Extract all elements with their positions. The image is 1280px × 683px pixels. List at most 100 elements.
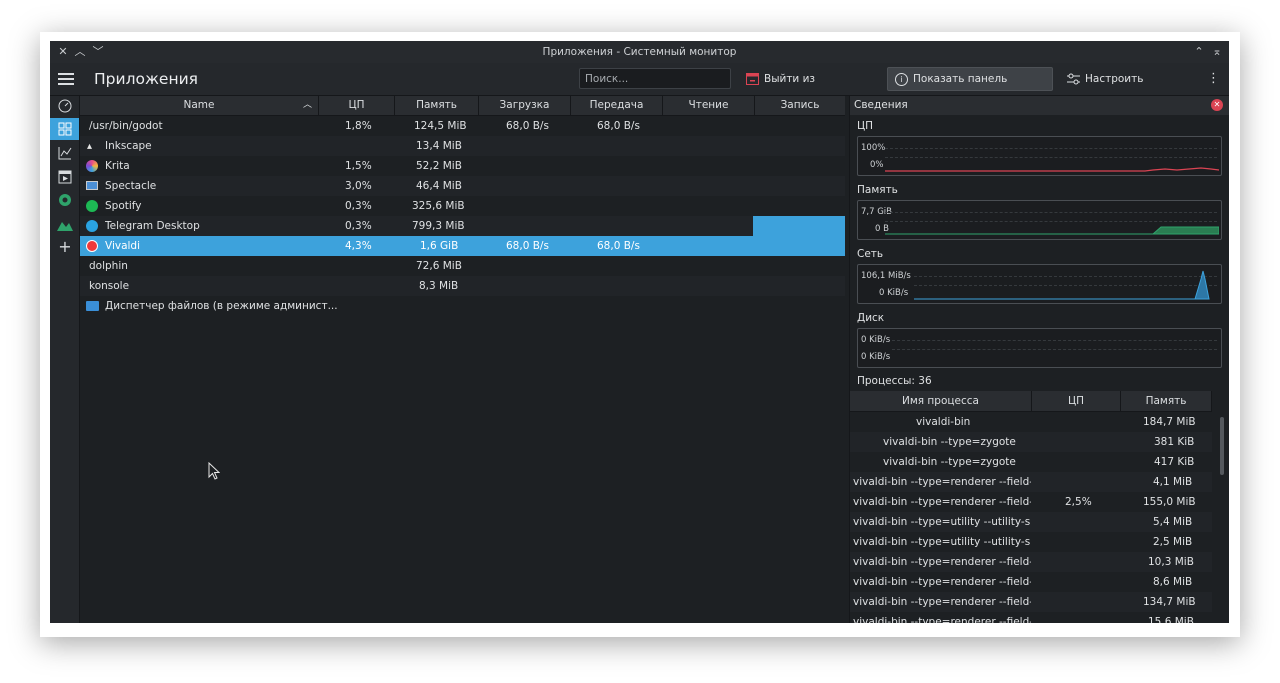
sidebar-add-page-icon[interactable]: + (55, 237, 75, 257)
app-name: Telegram Desktop (105, 220, 200, 232)
process-name: vivaldi-bin --type=renderer --field-tr..… (853, 476, 1031, 488)
process-row[interactable]: vivaldi-bin --type=utility --utility-sub… (850, 532, 1212, 552)
app-memory: 799,3 MiB (412, 220, 465, 232)
column-header-cpu[interactable]: ЦП (319, 96, 395, 115)
hamburger-menu-icon[interactable] (58, 71, 74, 87)
details-panel-header: Сведения ✕ (850, 96, 1229, 115)
process-row[interactable]: vivaldi-bin --type=renderer --field-tr..… (850, 492, 1212, 512)
column-header-upload[interactable]: Передача (571, 96, 663, 115)
process-row[interactable]: vivaldi-bin --type=renderer --field-tr..… (850, 572, 1212, 592)
column-header-name-label: Name (183, 99, 215, 111)
app-upload: 68,0 B/s (597, 240, 640, 252)
show-details-button[interactable]: i Показать панель сведений (887, 67, 1053, 109)
process-name: vivaldi-bin --type=utility --utility-sub… (853, 536, 1031, 548)
sidebar-image-icon[interactable] (55, 214, 75, 234)
app-cpu: 0,3% (345, 200, 372, 212)
maximize-window-icon[interactable]: ⌅ (1209, 44, 1225, 60)
disk-graph: 0 KiB/s 0 KiB/s (857, 328, 1222, 368)
column-header-download[interactable]: Загрузка (479, 96, 571, 115)
quit-application-button[interactable]: Выйти из приложения (743, 67, 880, 109)
sidebar-history-icon[interactable] (55, 143, 75, 163)
table-row[interactable]: dolphin 72,6 MiB (80, 256, 845, 276)
configure-columns-button[interactable]: Настроить столбцы... (1065, 67, 1195, 109)
process-row[interactable]: vivaldi-bin --type=zygote 417 KiB (850, 452, 1212, 472)
process-row[interactable]: vivaldi-bin --type=renderer --field-tr..… (850, 552, 1212, 572)
network-label: Сеть (857, 248, 884, 260)
sidebar-overview-icon[interactable] (55, 96, 75, 116)
app-memory: 325,6 MiB (412, 200, 465, 212)
quit-icon (746, 73, 759, 85)
process-memory: 10,3 MiB (1148, 556, 1194, 568)
process-name: vivaldi-bin --type=zygote (883, 436, 1016, 448)
sidebar-applications-icon[interactable] (50, 118, 79, 140)
details-panel: Сведения ✕ ЦП 100% 0% Память 7,7 GiB 0 B… (849, 96, 1229, 623)
app-name: Диспетчер файлов (в режиме админист... (105, 300, 338, 312)
process-row[interactable]: vivaldi-bin --type=renderer --field-tr..… (850, 472, 1212, 492)
process-name: vivaldi-bin --type=renderer --field-tr..… (853, 616, 1031, 623)
column-header-process-cpu[interactable]: ЦП (1032, 391, 1121, 411)
process-row[interactable]: vivaldi-bin --type=renderer --field-tr..… (850, 612, 1212, 623)
process-list-scrollbar[interactable] (1220, 417, 1224, 475)
app-name: Krita (105, 160, 130, 172)
process-name: vivaldi-bin --type=renderer --field-tr..… (853, 596, 1031, 608)
app-cpu: 1,8% (345, 120, 372, 132)
cpu-label: ЦП (857, 120, 874, 132)
process-memory: 8,6 MiB (1153, 576, 1193, 588)
sort-ascending-icon: ︿ (302, 100, 312, 110)
app-name: Spotify (105, 200, 142, 212)
table-row[interactable]: Диспетчер файлов (в режиме админист... (80, 296, 845, 316)
app-name: Spectacle (105, 180, 157, 192)
process-memory: 2,5 MiB (1153, 536, 1193, 548)
process-name: vivaldi-bin --type=renderer --field-tr..… (853, 576, 1031, 588)
column-header-write[interactable]: Запись (755, 96, 845, 115)
shade-window-icon[interactable]: ⌃ (1191, 44, 1207, 60)
table-row[interactable]: konsole 8,3 MiB (80, 276, 845, 296)
close-panel-icon[interactable]: ✕ (1211, 99, 1223, 111)
process-memory: 184,7 MiB (1143, 416, 1196, 428)
process-memory: 4,1 MiB (1153, 476, 1193, 488)
search-input[interactable]: Поиск... (579, 68, 731, 89)
app-cpu: 3,0% (345, 180, 372, 192)
column-header-read[interactable]: Чтение (663, 96, 755, 115)
app-memory: 1,6 GiB (420, 240, 459, 252)
vivaldi-icon (86, 240, 98, 252)
process-name: vivaldi-bin --type=utility --utility-sub… (853, 516, 1031, 528)
process-row[interactable]: vivaldi-bin 184,7 MiB (850, 412, 1212, 432)
spotify-icon (86, 200, 98, 212)
app-cpu: 1,5% (345, 160, 372, 172)
window-title: Приложения - Системный монитор (542, 46, 737, 58)
table-row[interactable]: Telegram Desktop 0,3% 799,3 MiB (80, 216, 845, 236)
table-row[interactable]: Spectacle 3,0% 46,4 MiB (80, 176, 845, 196)
app-name: /usr/bin/godot (89, 120, 163, 132)
disk-graph-min: 0 KiB/s (861, 352, 891, 362)
sidebar-power-icon[interactable] (55, 190, 75, 210)
table-row[interactable]: Krita 1,5% 52,2 MiB (80, 156, 845, 176)
column-header-memory[interactable]: Память (395, 96, 479, 115)
configure-columns-icon (1067, 73, 1080, 85)
app-name: dolphin (89, 260, 128, 272)
process-row[interactable]: vivaldi-bin --type=zygote 381 KiB (850, 432, 1212, 452)
table-row[interactable]: ▴ Inkscape 13,4 MiB (80, 136, 845, 156)
process-row[interactable]: vivaldi-bin --type=renderer --field-tr..… (850, 592, 1212, 612)
column-header-process-memory[interactable]: Память (1121, 391, 1212, 411)
table-row[interactable]: Spotify 0,3% 325,6 MiB (80, 196, 845, 216)
sidebar-processes-icon[interactable] (55, 167, 75, 187)
network-graph: 106,1 MiB/s 0 KiB/s (857, 264, 1222, 304)
app-cpu: 4,3% (345, 240, 372, 252)
column-header-process-name[interactable]: Имя процесса (850, 391, 1032, 411)
process-row[interactable]: vivaldi-bin --type=utility --utility-sub… (850, 512, 1212, 532)
process-table-header: Имя процесса ЦП Память (850, 391, 1212, 412)
details-title: Сведения (854, 99, 908, 111)
toolbar: Приложения Поиск... Выйти из приложения … (50, 63, 1229, 109)
spectacle-icon (86, 181, 98, 190)
app-memory: 52,2 MiB (416, 160, 462, 172)
app-download: 68,0 B/s (506, 120, 549, 132)
app-cpu: 0,3% (345, 220, 372, 232)
telegram-icon (86, 220, 98, 232)
overflow-menu-icon[interactable]: ⋮ (1207, 67, 1220, 91)
app-download: 68,0 B/s (506, 240, 549, 252)
app-memory: 72,6 MiB (416, 260, 462, 272)
table-row-selected[interactable]: Vivaldi 4,3% 1,6 GiB 68,0 B/s 68,0 B/s (80, 236, 845, 256)
column-header-name[interactable]: Name ︿ (80, 96, 319, 115)
table-row[interactable]: /usr/bin/godot 1,8% 124,5 MiB 68,0 B/s 6… (80, 116, 845, 136)
